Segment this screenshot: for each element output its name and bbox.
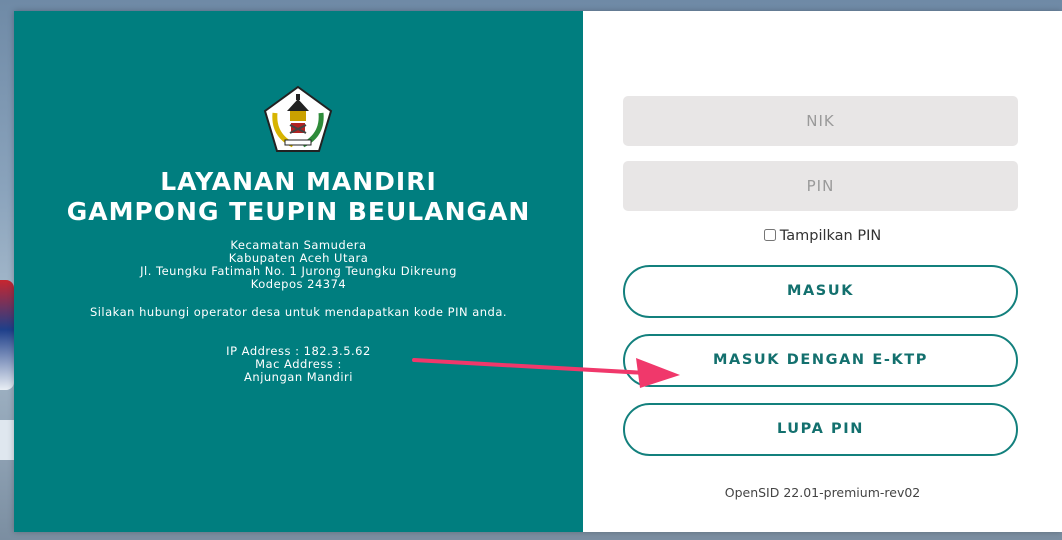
- service-title-line2: GAMPONG TEUPIN BEULANGAN: [66, 197, 531, 226]
- info-panel: LAYANAN MANDIRI GAMPONG TEUPIN BEULANGAN…: [14, 11, 583, 532]
- service-title: LAYANAN MANDIRI GAMPONG TEUPIN BEULANGAN: [14, 167, 583, 227]
- device-info: IP Address : 182.3.5.62 Mac Address : An…: [14, 345, 583, 384]
- masuk-button[interactable]: MASUK: [623, 265, 1018, 318]
- nik-input[interactable]: [623, 96, 1018, 146]
- pin-input[interactable]: [623, 161, 1018, 211]
- background-scenery-lower: [0, 420, 14, 460]
- masuk-ektp-button[interactable]: MASUK DENGAN E-KTP: [623, 334, 1018, 387]
- login-card: LAYANAN MANDIRI GAMPONG TEUPIN BEULANGAN…: [14, 11, 1062, 532]
- pin-note: Silakan hubungi operator desa untuk mend…: [89, 305, 508, 319]
- background-scenery: [0, 280, 14, 390]
- device-name: Anjungan Mandiri: [244, 370, 353, 384]
- show-pin-checkbox[interactable]: [763, 229, 776, 241]
- village-address: Kecamatan Samudera Kabupaten Aceh Utara …: [14, 239, 583, 291]
- lupa-pin-button[interactable]: LUPA PIN: [623, 403, 1018, 456]
- show-pin-label[interactable]: Tampilkan PIN: [780, 228, 881, 244]
- app-version: OpenSID 22.01-premium-rev02: [724, 485, 921, 500]
- show-pin-row: Tampilkan PIN: [583, 228, 1062, 244]
- service-title-line1: LAYANAN MANDIRI: [160, 167, 437, 196]
- village-logo-icon: [263, 85, 333, 153]
- address-postcode: Kodepos 24374: [250, 277, 347, 291]
- login-form: Tampilkan PIN MASUK MASUK DENGAN E-KTP L…: [583, 11, 1062, 532]
